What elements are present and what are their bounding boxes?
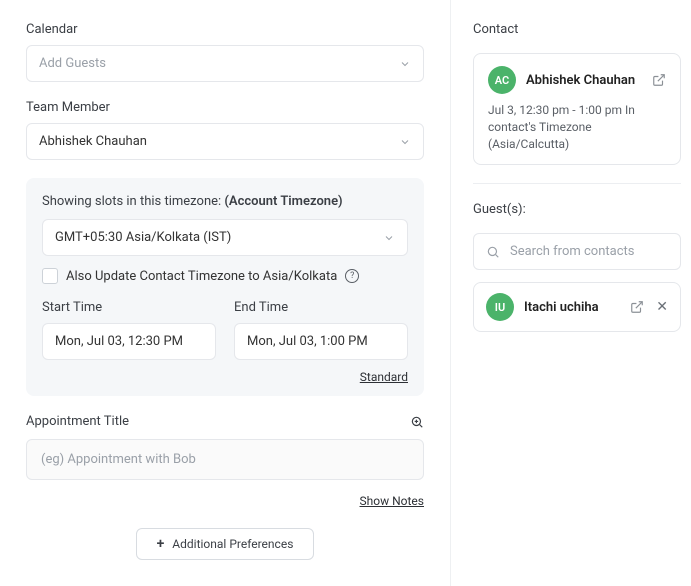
show-notes-row: Show Notes [26,494,424,508]
additional-preferences-label: Additional Preferences [172,537,293,551]
end-time-value: Mon, Jul 03, 1:00 PM [247,334,368,349]
contact-card-head: AC Abhishek Chauhan [488,66,666,94]
update-contact-tz-row: Also Update Contact Timezone to Asia/Kol… [42,268,408,284]
avatar: IU [486,293,514,321]
external-link-icon[interactable] [630,300,644,314]
left-column: Calendar Add Guests Team Member Abhishek… [0,0,450,586]
start-time-label: Start Time [42,300,216,315]
additional-preferences-button[interactable]: + Additional Preferences [136,528,315,560]
standard-link-row: Standard [42,370,408,384]
timezone-panel: Showing slots in this timezone: (Account… [26,178,424,396]
chevron-down-icon [399,58,411,70]
contact-section-label: Contact [473,22,681,37]
appointment-title-input[interactable]: (eg) Appointment with Bob [26,439,424,480]
start-time-col: Start Time Mon, Jul 03, 12:30 PM [42,300,216,360]
show-notes-link[interactable]: Show Notes [360,494,424,508]
end-time-label: End Time [234,300,408,315]
contact-head-left: AC Abhishek Chauhan [488,66,635,94]
divider [473,183,681,184]
calendar-label: Calendar [26,22,424,37]
end-time-col: End Time Mon, Jul 03, 1:00 PM [234,300,408,360]
help-icon[interactable]: ? [345,269,359,283]
timezone-select[interactable]: GMT+05:30 Asia/Kolkata (IST) [42,219,408,256]
contact-subtext: Jul 3, 12:30 pm - 1:00 pm In contact's T… [488,102,666,152]
time-row: Start Time Mon, Jul 03, 12:30 PM End Tim… [42,300,408,360]
contact-name: Abhishek Chauhan [526,73,635,88]
start-time-value: Mon, Jul 03, 12:30 PM [55,334,183,349]
team-select[interactable]: Abhishek Chauhan [26,123,424,160]
external-link-icon[interactable] [652,73,666,87]
update-contact-tz-checkbox[interactable] [42,268,58,284]
timezone-value: GMT+05:30 Asia/Kolkata (IST) [55,230,231,245]
appointment-title-section: Appointment Title (eg) Appointment with … [26,414,424,508]
calendar-placeholder: Add Guests [39,56,106,71]
appointment-title-row: Appointment Title [26,414,424,429]
team-field: Team Member Abhishek Chauhan [26,100,424,160]
contact-card: AC Abhishek Chauhan Jul 3, 12:30 pm - 1:… [473,53,681,165]
remove-guest-button[interactable]: ✕ [656,299,668,315]
tz-heading: Showing slots in this timezone: (Account… [42,194,408,209]
tz-heading-prefix: Showing slots in this timezone: [42,194,221,209]
team-value: Abhishek Chauhan [39,134,147,149]
guest-left: IU Itachi uchiha [486,293,599,321]
magnify-icon[interactable] [410,415,424,429]
appointment-title-placeholder: (eg) Appointment with Bob [41,452,196,467]
end-time-input[interactable]: Mon, Jul 03, 1:00 PM [234,323,408,360]
avatar: AC [488,66,516,94]
tz-heading-note: (Account Timezone) [224,194,342,209]
search-icon [486,245,500,259]
plus-icon: + [157,537,165,551]
standard-link[interactable]: Standard [360,370,408,384]
guest-search-input[interactable]: Search from contacts [473,233,681,270]
chevron-down-icon [383,232,395,244]
right-column: Contact AC Abhishek Chauhan Jul 3, 12:30… [450,0,691,586]
calendar-field: Calendar Add Guests [26,22,424,82]
guest-search-placeholder: Search from contacts [510,244,634,259]
appointment-title-label: Appointment Title [26,414,129,429]
chevron-down-icon [399,136,411,148]
start-time-input[interactable]: Mon, Jul 03, 12:30 PM [42,323,216,360]
calendar-select[interactable]: Add Guests [26,45,424,82]
guest-name: Itachi uchiha [524,300,599,315]
update-contact-tz-label: Also Update Contact Timezone to Asia/Kol… [66,269,337,284]
guest-right: ✕ [630,299,668,315]
guest-card: IU Itachi uchiha ✕ [473,282,681,332]
guests-section-label: Guest(s): [473,202,681,217]
team-label: Team Member [26,100,424,115]
